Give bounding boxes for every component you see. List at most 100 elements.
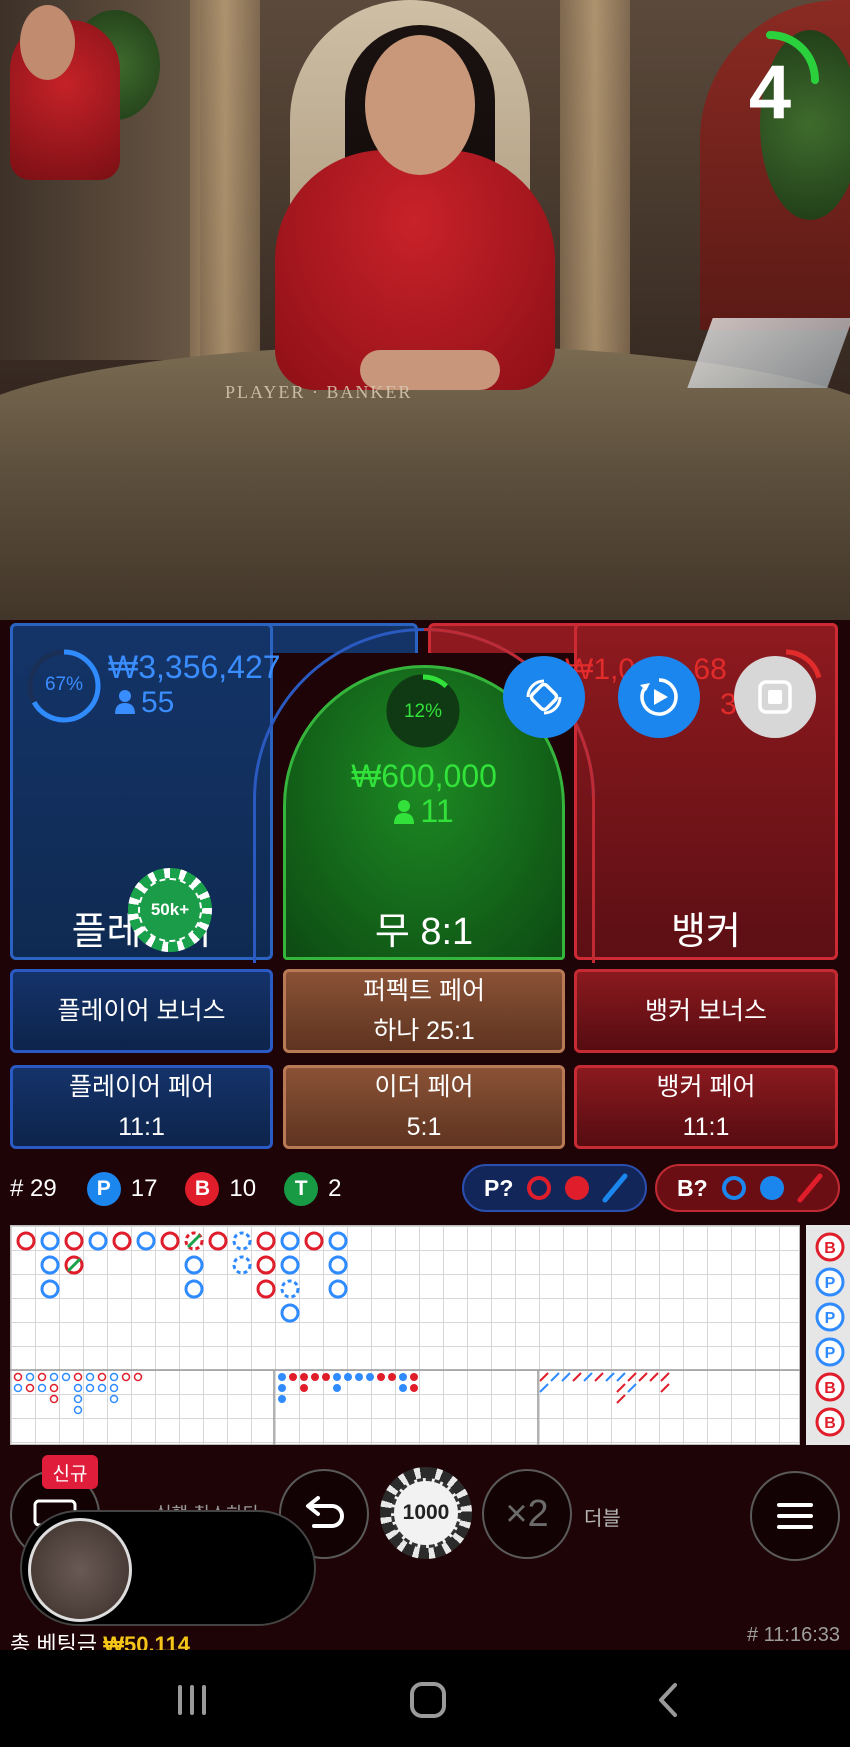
player-bonus-label: 플레이어 보너스 [57, 997, 226, 1025]
prediction-icon [527, 1173, 628, 1203]
road-mark [88, 1231, 108, 1251]
road-mark [73, 1405, 83, 1415]
road-mark [184, 1279, 204, 1299]
banker-wins-badge: B [185, 1172, 220, 1206]
player-pair-bet[interactable]: 플레이어 페어 11:1 [10, 1065, 273, 1149]
roadmap-marks [10, 1231, 800, 1445]
road-mark [109, 1372, 119, 1382]
road-mark [594, 1372, 604, 1382]
rotate-button[interactable] [503, 656, 585, 738]
round-count: # 29 [10, 1175, 57, 1202]
placed-chip[interactable]: 50k+ [128, 868, 212, 952]
road-mark [232, 1255, 252, 1275]
rotate-icon [526, 679, 562, 715]
road-mark [583, 1372, 593, 1382]
home-icon [410, 1682, 446, 1718]
player-bonus-bet[interactable]: 플레이어 보너스 [10, 969, 273, 1053]
road-mark [49, 1383, 59, 1393]
banker-pair-odds: 11:1 [682, 1113, 730, 1141]
side-dealer-head [20, 5, 75, 80]
banker-pair-bet[interactable]: 뱅커 페어 11:1 [574, 1065, 838, 1149]
road-mark [550, 1372, 560, 1382]
road-mark [208, 1231, 228, 1251]
road-mark [13, 1383, 23, 1393]
player-percent: 67% [44, 674, 84, 695]
player-pair-odds: 11:1 [118, 1113, 165, 1141]
banker-predict-button[interactable]: B? [655, 1164, 840, 1212]
mini-video-overlay[interactable] [20, 1510, 316, 1626]
road-mark [300, 1384, 308, 1392]
road-mark [85, 1383, 95, 1393]
prediction-mark-label: B [824, 1415, 836, 1432]
banker-bonus-bet[interactable]: 뱅커 보너스 [574, 969, 838, 1053]
either-pair-label: 이더 페어 [374, 1073, 474, 1101]
home-button[interactable] [408, 1680, 448, 1720]
road-mark [410, 1384, 418, 1392]
road-mark [256, 1255, 276, 1275]
road-mark [388, 1373, 396, 1381]
road-mark [660, 1383, 670, 1393]
replay-button[interactable] [618, 656, 700, 738]
back-button[interactable] [648, 1680, 688, 1720]
new-badge: 신규 [42, 1455, 98, 1489]
road-mark [660, 1372, 670, 1382]
road-mark [333, 1373, 341, 1381]
player-pair-label: 플레이어 페어 [69, 1073, 214, 1101]
road-mark [627, 1372, 637, 1382]
road-mark [399, 1373, 407, 1381]
road-mark [73, 1383, 83, 1393]
double-label: 더블 [584, 1508, 621, 1530]
tie-wins: 2 [328, 1175, 342, 1202]
stop-button[interactable] [734, 656, 816, 738]
recent-apps-button[interactable] [172, 1680, 212, 1720]
road-mark [37, 1372, 47, 1382]
player-predict-label: P? [484, 1174, 514, 1201]
road-mark [49, 1394, 59, 1404]
hamburger-icon [777, 1503, 813, 1529]
road-mark [136, 1231, 156, 1251]
road-mark [160, 1231, 180, 1251]
tie-percent: 12% [403, 701, 443, 722]
perfect-pair-bet[interactable]: 퍼펙트 페어 하나 25:1 [283, 969, 565, 1053]
prediction-column-marks: B P P P B B [815, 1232, 845, 1437]
road-mark [410, 1373, 418, 1381]
round-id: # 11:16:33 [746, 1624, 840, 1646]
tie-wins-badge: T [284, 1172, 319, 1206]
card-shoe [687, 318, 850, 388]
road-mark [539, 1372, 549, 1382]
player-bettor-count: 55 [115, 688, 174, 718]
road-mark [616, 1372, 626, 1382]
double-button[interactable]: ×2 [482, 1469, 572, 1559]
road-mark [49, 1372, 59, 1382]
player-predict-button[interactable]: P? [462, 1164, 647, 1212]
road-mark [355, 1373, 363, 1381]
road-mark [109, 1394, 119, 1404]
road-mark [256, 1231, 276, 1251]
tie-label: 무 8:1 [374, 911, 474, 953]
menu-button[interactable] [750, 1471, 840, 1561]
road-mark [97, 1383, 107, 1393]
tie-mark [66, 1257, 82, 1273]
road-mark [16, 1231, 36, 1251]
road-mark [605, 1372, 615, 1382]
background-pillar [560, 0, 630, 360]
road-mark [399, 1384, 407, 1392]
player-wins-badge: P [86, 1172, 121, 1206]
replay-icon [640, 678, 678, 716]
recent-apps-icon [178, 1685, 206, 1715]
road-mark [37, 1383, 47, 1393]
road-mark [232, 1231, 252, 1251]
either-pair-bet[interactable]: 이더 페어 5:1 [283, 1065, 565, 1149]
table-print: PLAYER · BANKER [225, 382, 413, 402]
road-mark [25, 1383, 35, 1393]
mini-video-thumbnail[interactable] [28, 1518, 132, 1622]
road-mark [322, 1373, 330, 1381]
road-mark [280, 1303, 300, 1323]
road-mark [328, 1279, 348, 1299]
chip-selector[interactable]: 1000 [380, 1467, 472, 1559]
either-pair-odds: 5:1 [406, 1113, 442, 1141]
road-mark [278, 1373, 286, 1381]
dealer-head [365, 35, 475, 175]
chip-value: 50k+ [138, 878, 202, 942]
road-mark [616, 1383, 626, 1393]
